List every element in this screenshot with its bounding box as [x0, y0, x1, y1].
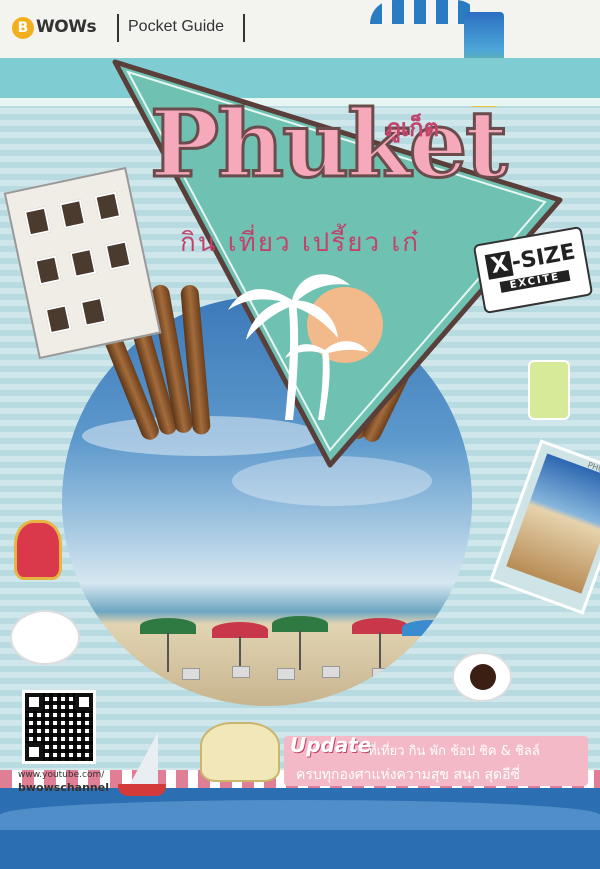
window: [69, 247, 97, 278]
book-cover: B WOWs Pocket Guide Phuket ภูเก็ต กิน เท…: [0, 0, 600, 869]
xsize-badge: X-SIZE EXCITE: [472, 225, 594, 315]
pole: [299, 630, 301, 670]
sea-wave-light: [0, 800, 600, 830]
pole: [429, 634, 431, 674]
youtube-url-line-1: www.youtube.com/: [18, 770, 105, 780]
cover-title-thai: ภูเก็ต: [385, 114, 440, 142]
divider: [117, 14, 119, 42]
window: [104, 240, 132, 271]
beach-chair-icon: [277, 668, 295, 680]
update-line-1: ที่เที่ยว กิน พัก ช้อป ชิค & ชิลล์: [368, 744, 540, 759]
side-photo: [506, 453, 600, 594]
window: [34, 255, 62, 286]
dessert-plate-icon: [10, 610, 80, 665]
cloud: [232, 456, 432, 506]
beach-chair-icon: [232, 666, 250, 678]
cover-title: Phuket: [149, 89, 510, 200]
window: [44, 304, 72, 335]
header-bar: B WOWs Pocket Guide: [0, 0, 600, 58]
pole: [167, 632, 169, 672]
window: [94, 191, 122, 222]
update-word: Update: [290, 733, 372, 757]
window: [23, 206, 51, 237]
series-name: Pocket Guide: [128, 18, 225, 35]
side-photo-card: PHUKET: [489, 439, 600, 615]
coffee: [470, 664, 496, 690]
beach-chair-icon: [322, 666, 340, 678]
beach-chair-icon: [372, 668, 390, 680]
beach-chair-icon: [182, 668, 200, 680]
window: [59, 198, 87, 229]
building-photo: [3, 166, 162, 360]
coffee-cup-icon: [452, 652, 512, 702]
update-line-2: ครบทุกองศาแห่งความสุข สนุก สุดอีซี่: [296, 767, 521, 783]
window: [79, 296, 107, 327]
qr-corner: [25, 743, 43, 761]
juice-glass-icon: [528, 360, 570, 420]
brand-name: WOWs: [36, 17, 97, 37]
teapot-icon: [14, 520, 62, 580]
brand-badge: B: [12, 17, 34, 39]
qr-corner: [25, 693, 43, 711]
pole: [379, 632, 381, 672]
sailboat-hull: [118, 784, 166, 796]
qr-code: [22, 690, 96, 764]
cover-tagline: กิน เที่ยว เปรี้ยว เก๋: [180, 228, 420, 258]
dog-figure-icon: [200, 722, 280, 782]
qr-corner: [75, 693, 93, 711]
divider: [243, 14, 245, 42]
sailboat-icon: [130, 732, 158, 784]
youtube-url-line-2: bwowschannel: [18, 781, 109, 794]
